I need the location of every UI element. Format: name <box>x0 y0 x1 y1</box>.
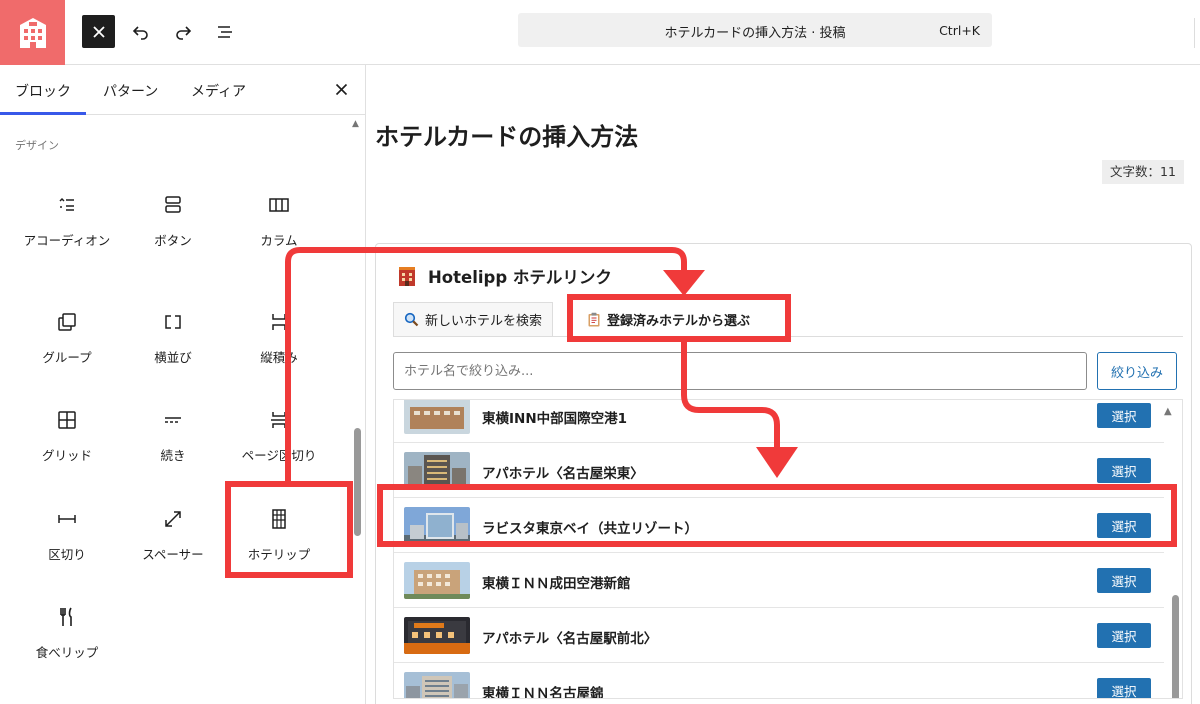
hotel-row: ラビスタ東京ベイ（共立リゾート） 選択 <box>394 498 1164 553</box>
select-hotel-button[interactable]: 選択 <box>1097 623 1151 648</box>
list-scrollbar-thumb[interactable] <box>1172 595 1179 698</box>
hotel-name: ラビスタ東京ベイ（共立リゾート） <box>482 521 698 537</box>
inserter-tabs: ブロック パターン メディア <box>0 65 365 115</box>
hotel-thumbnail <box>404 452 470 489</box>
tab-search-new-hotel[interactable]: 新しいホテルを検索 <box>393 302 554 336</box>
select-hotel-button[interactable]: 選択 <box>1097 403 1151 428</box>
card-title: Hotelipp ホテルリンク <box>428 268 612 287</box>
close-icon <box>92 25 105 38</box>
hotel-thumbnail <box>404 400 470 434</box>
post-title[interactable]: ホテルカードの挿入方法 <box>375 117 638 152</box>
block-row[interactable]: 横並び <box>121 310 225 396</box>
close-icon <box>335 83 347 95</box>
close-panel-button[interactable] <box>330 78 352 100</box>
buttons-icon <box>165 196 181 213</box>
hotel-filter-input[interactable] <box>393 352 1087 390</box>
block-grid[interactable]: グリッド <box>15 408 119 494</box>
row-icon <box>165 315 181 329</box>
hotel-row: アパホテル〈名古屋駅前北〉 選択 <box>394 608 1164 663</box>
grid-icon <box>58 411 76 429</box>
hotel-name: アパホテル〈名古屋駅前北〉 <box>482 631 658 647</box>
clipboard-icon <box>588 312 600 326</box>
accordion-icon <box>59 197 74 211</box>
hotel-building-icon <box>19 17 46 48</box>
block-accordion[interactable]: アコーディオン <box>15 193 119 279</box>
active-tab-indicator <box>0 112 86 115</box>
select-hotel-button[interactable]: 選択 <box>1097 458 1151 483</box>
redo-button[interactable] <box>166 15 199 48</box>
registered-hotel-list: 東横INN中部国際空港1 選択 アパホテル〈名古屋栄東〉 選択 ラビスタ東京ベイ… <box>393 399 1183 699</box>
block-page-break[interactable]: ページ区切り <box>227 408 331 494</box>
hotel-name: アパホテル〈名古屋栄東〉 <box>482 466 644 482</box>
block-hotelipp[interactable]: ホテリップ <box>227 507 331 593</box>
editor-toolbar: ホテルカードの挿入方法 · 投稿 Ctrl+K <box>0 0 1200 65</box>
redo-icon <box>175 25 191 40</box>
hotel-thumbnail <box>404 562 470 599</box>
category-heading: デザイン <box>15 139 59 152</box>
tab-patterns[interactable]: パターン <box>103 81 158 101</box>
hotel-thumbnail <box>404 617 470 654</box>
editor-canvas: ホテルカードの挿入方法 文字数：11 Hotelipp ホテルリンク 新しいホテ… <box>367 65 1200 704</box>
hotel-row: 東横ＩＮＮ名古屋錦 選択 <box>394 663 1164 699</box>
hotel-row: アパホテル〈名古屋栄東〉 選択 <box>394 443 1164 498</box>
close-inserter-button[interactable] <box>82 15 115 48</box>
hotel-emoji-icon <box>399 267 415 286</box>
list-view-icon <box>217 25 232 38</box>
toolbar-divider <box>1194 18 1195 48</box>
word-count-badge: 文字数：11 <box>1102 160 1184 184</box>
group-icon <box>58 313 76 331</box>
select-hotel-button[interactable]: 選択 <box>1097 513 1151 538</box>
list-scroll-up-arrow[interactable]: ▲ <box>1164 406 1172 417</box>
card-heading: Hotelipp ホテルリンク <box>396 264 612 288</box>
site-logo[interactable] <box>0 0 65 65</box>
keyboard-shortcut: Ctrl+K <box>939 23 980 38</box>
hotel-name: 東横INN中部国際空港1 <box>482 411 628 427</box>
more-icon <box>165 417 181 423</box>
document-overview-button[interactable] <box>208 15 241 48</box>
select-hotel-button[interactable]: 選択 <box>1097 568 1151 593</box>
hotel-name: 東横ＩＮＮ名古屋錦 <box>482 686 604 699</box>
scrollbar-thumb[interactable] <box>354 428 361 536</box>
block-group[interactable]: グループ <box>15 310 119 396</box>
tab-blocks[interactable]: ブロック <box>15 81 71 101</box>
hotel-row: 東横ＩＮＮ成田空港新館 選択 <box>394 553 1164 608</box>
command-palette-bar[interactable]: ホテルカードの挿入方法 · 投稿 Ctrl+K <box>518 13 992 47</box>
block-spacer[interactable]: スペーサー <box>121 507 225 593</box>
separator-icon <box>58 515 76 523</box>
block-more[interactable]: 続き <box>121 408 225 494</box>
scroll-up-arrow[interactable]: ▲ <box>352 119 359 129</box>
block-stack[interactable]: 縦積み <box>227 310 331 396</box>
stack-icon <box>272 314 286 330</box>
hotel-thumbnail <box>404 507 470 544</box>
cutlery-icon <box>60 607 72 626</box>
undo-icon <box>132 25 148 40</box>
block-inserter-panel: ブロック パターン メディア ▲ デザイン アコーディオン ボタン カラム グル… <box>0 65 366 704</box>
tab-divider <box>393 336 1183 337</box>
filter-button[interactable]: 絞り込み <box>1097 352 1177 390</box>
undo-button[interactable] <box>124 15 157 48</box>
block-separator[interactable]: 区切り <box>15 507 119 593</box>
hotelipp-block[interactable]: Hotelipp ホテルリンク 新しいホテルを検索 登録済みホテルから選ぶ 絞り… <box>375 243 1192 704</box>
hotel-row: 東横INN中部国際空港1 選択 <box>394 400 1164 443</box>
document-title: ホテルカードの挿入方法 · 投稿 <box>664 26 846 41</box>
hotel-building-icon <box>272 509 286 529</box>
tab-media[interactable]: メディア <box>191 81 246 101</box>
hotel-thumbnail <box>404 672 470 698</box>
block-columns[interactable]: カラム <box>227 193 331 279</box>
hotel-name: 東横ＩＮＮ成田空港新館 <box>482 576 631 592</box>
page-break-icon <box>271 412 287 428</box>
search-icon <box>404 312 419 327</box>
columns-icon <box>269 198 289 212</box>
spacer-icon <box>165 511 181 527</box>
tab-registered-hotels[interactable]: 登録済みホテルから選ぶ <box>577 302 760 336</box>
block-buttons[interactable]: ボタン <box>121 193 225 279</box>
select-hotel-button[interactable]: 選択 <box>1097 678 1151 698</box>
block-taberipp[interactable]: 食べリップ <box>15 605 119 691</box>
